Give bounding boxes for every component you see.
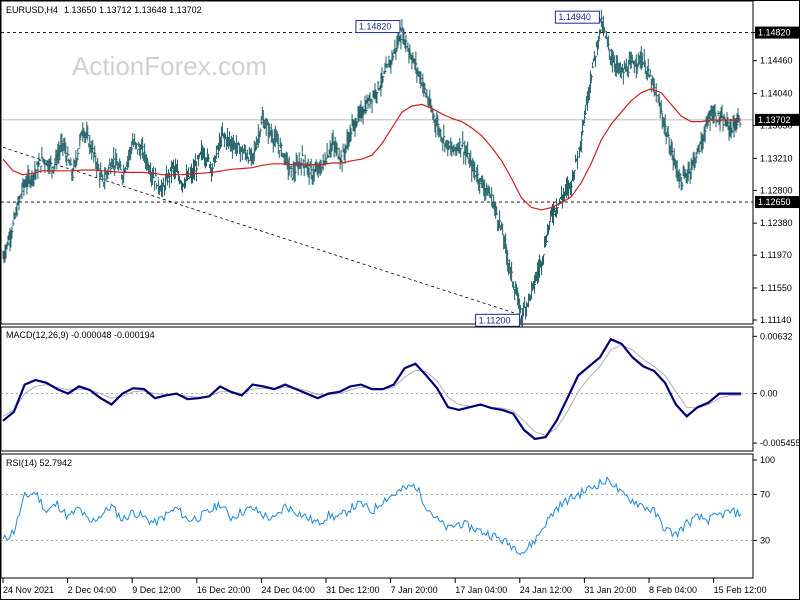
annotation-label: 1.11200 bbox=[479, 315, 511, 325]
level-label: 1.14820 bbox=[758, 28, 791, 38]
x-tick-label: 7 Jan 20:00 bbox=[391, 585, 438, 595]
macd-tick-label: 0.00 bbox=[760, 389, 778, 399]
forex-chart: ActionForex.com EURUSD,H4 1.13650 1.1371… bbox=[0, 0, 800, 600]
level-label: 1.13702 bbox=[758, 115, 791, 125]
rsi-plot-area bbox=[0, 453, 754, 579]
rsi-tick-label: 30 bbox=[760, 536, 770, 546]
price-tick-label: 1.11140 bbox=[760, 315, 791, 325]
x-tick-label: 17 Jan 04:00 bbox=[455, 585, 507, 595]
x-tick-label: 8 Feb 04:00 bbox=[649, 585, 697, 595]
annotation-label: 1.14820 bbox=[359, 22, 392, 32]
x-tick-label: 24 Jan 12:00 bbox=[520, 585, 572, 595]
annotation-label: 1.14940 bbox=[558, 12, 591, 22]
rsi-header: RSI(14) 52.7942 bbox=[6, 458, 72, 468]
level-label: 1.12650 bbox=[758, 197, 791, 207]
x-tick-label: 31 Jan 20:00 bbox=[584, 585, 636, 595]
x-tick-label: 9 Dec 12:00 bbox=[132, 585, 181, 595]
price-tick-label: 1.12380 bbox=[760, 218, 793, 228]
rsi-tick-label: 70 bbox=[760, 490, 770, 500]
watermark: ActionForex.com bbox=[72, 51, 267, 81]
price-tick-label: 1.14460 bbox=[760, 56, 793, 66]
x-tick-label: 16 Dec 20:00 bbox=[197, 585, 251, 595]
rsi-tick-label: 100 bbox=[760, 455, 775, 465]
macd-tick-label: 0.00632 bbox=[760, 331, 793, 341]
x-tick-label: 15 Feb 12:00 bbox=[714, 585, 767, 595]
macd-tick-label: -0.005455 bbox=[760, 438, 800, 448]
rsi-pane: RSI(14) 52.7942 100 70 30 bbox=[0, 453, 775, 579]
price-tick-label: 1.14040 bbox=[760, 88, 793, 98]
price-tick-label: 1.11970 bbox=[760, 250, 792, 260]
x-tick-label: 2 Dec 04:00 bbox=[68, 585, 117, 595]
ohlc-values: 1.13650 1.13712 1.13648 1.13702 bbox=[64, 5, 202, 15]
price-tick-label: 1.11550 bbox=[760, 283, 792, 293]
macd-pane: MACD(12,26,9) -0.000048 -0.000194 0.0063… bbox=[0, 326, 800, 452]
x-tick-label: 24 Dec 04:00 bbox=[261, 585, 315, 595]
x-tick-label: 31 Dec 12:00 bbox=[326, 585, 380, 595]
price-pane: ActionForex.com EURUSD,H4 1.13650 1.1371… bbox=[0, 0, 799, 329]
macd-header: MACD(12,26,9) -0.000048 -0.000194 bbox=[6, 330, 155, 340]
x-tick-label: 24 Nov 2021 bbox=[3, 585, 54, 595]
symbol-timeframe: EURUSD,H4 bbox=[6, 5, 58, 15]
price-tick-label: 1.12800 bbox=[760, 185, 793, 195]
price-tick-label: 1.13210 bbox=[760, 153, 793, 163]
